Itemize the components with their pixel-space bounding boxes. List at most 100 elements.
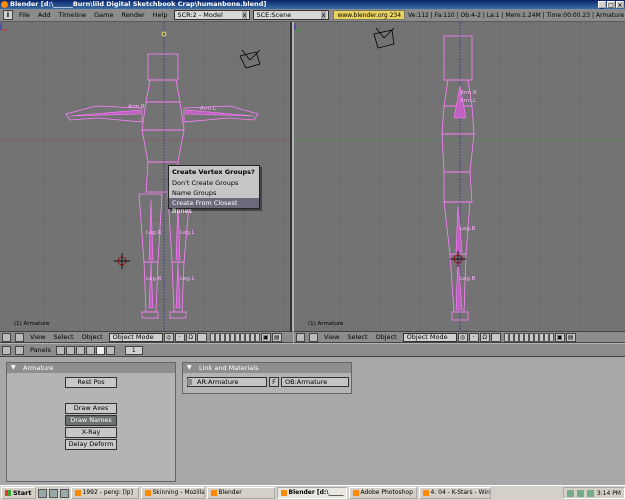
- 3d-cursor-icon[interactable]: [114, 253, 130, 269]
- close-button[interactable]: ×: [616, 1, 624, 9]
- maximize-button[interactable]: □: [607, 1, 615, 9]
- menu-game[interactable]: Game: [90, 11, 117, 19]
- delay-deform-button[interactable]: Delay Deform: [65, 439, 117, 450]
- info-window-icon[interactable]: i: [3, 10, 13, 20]
- menu-view[interactable]: View: [26, 333, 49, 341]
- tray-app-icon[interactable]: [586, 489, 594, 497]
- task-app-icon: [144, 490, 151, 496]
- layer-buttons[interactable]: [209, 332, 260, 342]
- taskbar-item[interactable]: 4. 04 - K-Stars - Winamp: [418, 487, 491, 499]
- clock[interactable]: 3:14 PM: [597, 490, 621, 497]
- buttons-window: Armature Rest Pos Draw Axes Draw Names X…: [0, 357, 625, 485]
- website-label[interactable]: www.blender.org 234: [333, 10, 406, 20]
- scene-selector[interactable]: SCE:Scene x: [253, 10, 330, 20]
- tray-network-icon[interactable]: [566, 489, 574, 497]
- mode-select[interactable]: Object Mode: [402, 332, 457, 342]
- bone-leg-lower-side: [455, 255, 463, 311]
- menu-add[interactable]: Add: [34, 11, 55, 19]
- buttons-header: Panels 1: [0, 344, 625, 357]
- minimize-button[interactable]: _: [598, 1, 606, 9]
- lock-icon[interactable]: ▣: [260, 332, 271, 342]
- quicklaunch-desktop-icon[interactable]: [37, 488, 47, 498]
- taskbar-item[interactable]: 1992 - peng: [lp]: [70, 487, 139, 499]
- viewport-side[interactable]: Arm.R Arm.L Leg.B Leg.B (1) Armature: [294, 22, 625, 331]
- mode-select[interactable]: Object Mode: [108, 332, 163, 342]
- armature-data-field[interactable]: AR:Armature: [187, 377, 267, 387]
- link-panel-title[interactable]: Link and Materials: [183, 363, 351, 373]
- window-type-icon[interactable]: [296, 332, 305, 342]
- frame-number[interactable]: 1: [124, 345, 143, 355]
- logic-tab-icon[interactable]: [55, 345, 65, 355]
- head-side-mesh: [443, 35, 473, 81]
- draw-axes-button[interactable]: Draw Axes: [65, 403, 117, 414]
- menu-view[interactable]: View: [320, 333, 343, 341]
- object-tab-icon[interactable]: [85, 345, 95, 355]
- menu-select[interactable]: Select: [343, 333, 371, 341]
- camera-side-icon[interactable]: [373, 27, 395, 49]
- manipulator-icon[interactable]: Ω: [185, 332, 196, 342]
- menu-object[interactable]: Object: [372, 333, 401, 341]
- screen-selector[interactable]: SCR:2 - Model x: [174, 10, 251, 20]
- task-app-icon: [210, 490, 217, 496]
- task-label: 1992 - peng: [lp]: [82, 489, 133, 496]
- shading-tab-icon[interactable]: [75, 345, 85, 355]
- layer-buttons[interactable]: [503, 332, 554, 342]
- header-collapse-icon[interactable]: [15, 345, 24, 355]
- armature-panel: Armature Rest Pos Draw Axes Draw Names X…: [6, 362, 176, 482]
- panels-menu[interactable]: Panels: [26, 346, 55, 354]
- quicklaunch-media-icon[interactable]: [59, 488, 69, 498]
- taskbar-item-active[interactable]: Blender [d:\_____: [276, 487, 347, 499]
- render-icon[interactable]: ▤: [271, 332, 282, 342]
- draw-names-button[interactable]: Draw Names: [65, 415, 117, 426]
- rest-pos-button[interactable]: Rest Pos: [65, 377, 117, 388]
- pivot-icon[interactable]: ·: [174, 332, 185, 342]
- armature-panel-title[interactable]: Armature: [7, 363, 175, 373]
- translate-icon[interactable]: [490, 332, 501, 342]
- menu-select[interactable]: Select: [49, 333, 77, 341]
- draw-type-icon[interactable]: ◎: [457, 332, 468, 342]
- side-view-canvas[interactable]: Arm.R Arm.L Leg.B Leg.B: [294, 22, 625, 331]
- start-button[interactable]: Start: [1, 487, 36, 499]
- quicklaunch-browser-icon[interactable]: [48, 488, 58, 498]
- windows-flag-icon: [5, 490, 11, 496]
- popup-item-dont-create[interactable]: Don't Create Groups: [169, 178, 259, 188]
- header-collapse-icon[interactable]: [309, 332, 318, 342]
- lock-icon[interactable]: ▣: [554, 332, 565, 342]
- scene-delete-icon[interactable]: x: [320, 11, 327, 19]
- menu-help[interactable]: Help: [149, 11, 172, 19]
- menu-object[interactable]: Object: [78, 333, 107, 341]
- label-arm-l: Arm.L: [200, 106, 217, 112]
- scene-name: SCE:Scene: [256, 11, 292, 19]
- 3d-cursor-side-icon[interactable]: [450, 251, 466, 267]
- object-name-field[interactable]: OB:Armature: [281, 377, 349, 387]
- editing-tab-icon[interactable]: [95, 345, 105, 355]
- menu-file[interactable]: File: [15, 11, 34, 19]
- info-header: i File Add Timeline Game Render Help SCR…: [0, 9, 625, 22]
- taskbar-item[interactable]: Skinning - Mozilla: [140, 487, 205, 499]
- task-label: Adobe Photoshop: [360, 489, 413, 496]
- window-controls: _ □ ×: [598, 1, 624, 9]
- menu-render[interactable]: Render: [117, 11, 148, 19]
- pivot-icon[interactable]: ·: [468, 332, 479, 342]
- manipulator-icon[interactable]: Ω: [479, 332, 490, 342]
- render-icon[interactable]: ▤: [565, 332, 576, 342]
- translate-icon[interactable]: [196, 332, 207, 342]
- draw-type-icon[interactable]: ◎: [163, 332, 174, 342]
- popup-item-name-groups[interactable]: Name Groups: [169, 188, 259, 198]
- window-type-icon[interactable]: [2, 332, 11, 342]
- window-type-icon[interactable]: [2, 345, 11, 355]
- screen-delete-icon[interactable]: x: [241, 11, 248, 19]
- menu-timeline[interactable]: Timeline: [54, 11, 90, 19]
- taskbar-item[interactable]: Blender: [206, 487, 275, 499]
- windows-taskbar: Start 1992 - peng: [lp] Skinning - Mozil…: [0, 485, 625, 500]
- script-tab-icon[interactable]: [65, 345, 75, 355]
- fake-user-button[interactable]: F: [269, 377, 279, 387]
- x-ray-button[interactable]: X-Ray: [65, 427, 117, 438]
- camera-icon[interactable]: [239, 49, 261, 69]
- scene-tab-icon[interactable]: [105, 345, 115, 355]
- taskbar-item[interactable]: Adobe Photoshop: [348, 487, 417, 499]
- popup-item-closest-bones[interactable]: Create From Closest Bones: [169, 198, 259, 215]
- tray-volume-icon[interactable]: [576, 489, 584, 497]
- window-titlebar: Blender [d:\______Burn\lild Digital Sket…: [0, 0, 625, 9]
- header-collapse-icon[interactable]: [15, 332, 24, 342]
